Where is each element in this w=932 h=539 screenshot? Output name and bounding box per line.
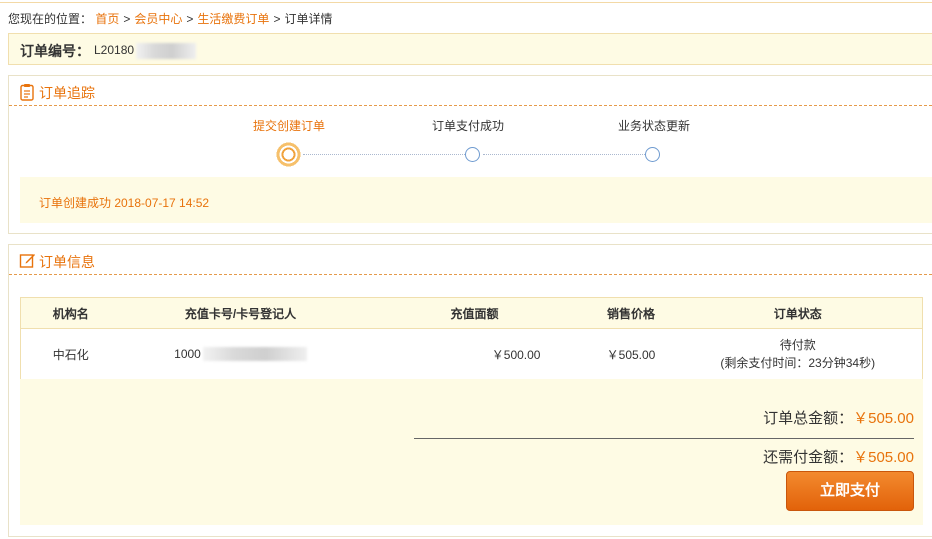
cell-face-value: ￥500.00 [360, 328, 589, 380]
table-row: 中石化 1000 ￥500.00 ￥505.00 待付款 (剩余支付时间：23分… [20, 328, 923, 380]
edit-icon [19, 252, 36, 272]
cell-org: 中石化 [20, 328, 121, 380]
top-divider [0, 2, 932, 3]
breadcrumb: 您现在的位置： 首页 > 会员中心 > 生活缴费订单 > 订单详情 [8, 10, 332, 28]
due-amount-label: 还需付金额： [763, 449, 854, 466]
breadcrumb-prefix: 您现在的位置： [8, 12, 93, 26]
step-node-created [276, 142, 301, 167]
column-header: 机构名 [20, 297, 121, 329]
breadcrumb-bill-orders-link[interactable]: 生活缴费订单 [197, 12, 269, 26]
step-node-paid [465, 147, 480, 162]
cell-price: ￥505.00 [588, 328, 674, 380]
column-header: 订单状态 [673, 297, 923, 329]
info-header: 订单信息 [9, 245, 932, 275]
progress-steps: 提交创建订单 订单支付成功 业务状态更新 [9, 106, 932, 167]
step-connector [483, 154, 645, 155]
breadcrumb-separator: > [186, 12, 194, 26]
info-title: 订单信息 [39, 254, 95, 270]
pay-now-button[interactable]: 立即支付 [786, 471, 914, 511]
breadcrumb-home-link[interactable]: 首页 [95, 12, 119, 26]
column-header: 销售价格 [588, 297, 674, 329]
order-tracking-panel: 订单追踪 提交创建订单 订单支付成功 业务状态更新 订单创建成功 2018-07… [8, 75, 932, 234]
breadcrumb-separator: > [123, 12, 131, 26]
order-number-label: 订单编号： [20, 43, 90, 59]
due-amount-row: 还需付金额：￥505.00 [763, 446, 914, 467]
column-header: 充值卡号/卡号登记人 [120, 297, 361, 329]
tracking-header: 订单追踪 [9, 76, 932, 106]
tracking-message: 订单创建成功 2018-07-17 14:52 [39, 196, 210, 210]
breadcrumb-member-center-link[interactable]: 会员中心 [134, 12, 182, 26]
breadcrumb-current: 订单详情 [284, 12, 333, 26]
step-node-updated [645, 147, 660, 162]
total-amount-label: 订单总金额： [763, 410, 854, 427]
payment-summary: 订单总金额：￥505.00 还需付金额：￥505.00 立即支付 [20, 379, 923, 525]
order-table: 机构名 充值卡号/卡号登记人 充值面额 销售价格 订单状态 中石化 1000 ￥… [20, 297, 923, 380]
table-header-row: 机构名 充值卡号/卡号登记人 充值面额 销售价格 订单状态 [20, 297, 923, 329]
step-connector [303, 154, 465, 155]
order-number-bar: 订单编号： L20180 [8, 33, 932, 65]
cell-status: 待付款 (剩余支付时间：23分钟34秒) [673, 328, 923, 380]
column-header: 充值面额 [360, 297, 589, 329]
summary-divider [414, 438, 914, 439]
step-label-updated: 业务状态更新 [618, 119, 691, 133]
step-label-paid: 订单支付成功 [432, 119, 505, 133]
status-countdown: (剩余支付时间：23分钟34秒) [720, 356, 876, 370]
total-amount-value: ￥505.00 [853, 410, 914, 427]
status-text: 待付款 [779, 338, 816, 352]
order-number-value: L20180 [94, 43, 197, 59]
clipboard-icon [19, 83, 35, 104]
order-info-panel: 订单信息 机构名 充值卡号/卡号登记人 充值面额 销售价格 订单状态 中石化 1… [8, 244, 932, 537]
tracking-message-box: 订单创建成功 2018-07-17 14:52 [20, 177, 932, 223]
cell-card: 1000 [120, 328, 361, 380]
tracking-title: 订单追踪 [39, 85, 95, 101]
redaction-mask [136, 43, 197, 59]
total-amount-row: 订单总金额：￥505.00 [763, 407, 914, 428]
redaction-mask [202, 347, 307, 362]
step-label-created: 提交创建订单 [253, 119, 326, 133]
due-amount-value: ￥505.00 [853, 449, 914, 466]
breadcrumb-separator: > [273, 12, 281, 26]
